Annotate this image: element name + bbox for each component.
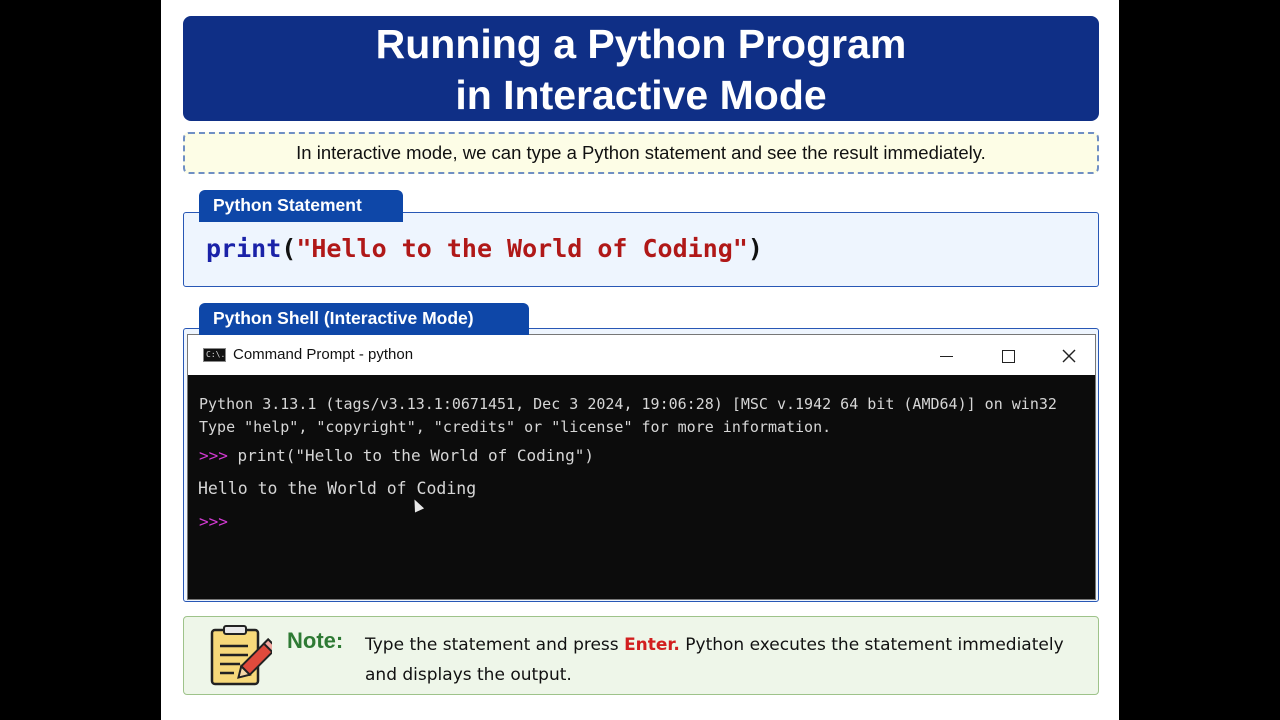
- slide: Running a Python Program in Interactive …: [161, 0, 1119, 720]
- notepad-pencil-icon: [210, 625, 272, 686]
- minimize-icon: [939, 355, 953, 357]
- window-title: Command Prompt - python: [233, 346, 414, 363]
- statement-code-box: print("Hello to the World of Coding"): [183, 212, 1099, 287]
- code-close-paren: ): [747, 234, 763, 263]
- code-keyword: print: [206, 234, 282, 263]
- console-command-line: >>> print("Hello to the World of Coding"…: [199, 446, 594, 465]
- python-banner-line-2: Type "help", "copyright", "credits" or "…: [199, 418, 832, 436]
- title-line-1: Running a Python Program: [375, 21, 907, 67]
- slide-title: Running a Python Program in Interactive …: [183, 16, 1099, 121]
- title-line-2: in Interactive Mode: [455, 72, 827, 118]
- code-string: "Hello to the World of Coding": [296, 234, 748, 263]
- maximize-button[interactable]: [985, 335, 1031, 375]
- close-icon: [1062, 349, 1076, 363]
- python-banner-line-1: Python 3.13.1 (tags/v3.13.1:0671451, Dec…: [199, 395, 1057, 413]
- console-prompt: >>>: [199, 512, 228, 531]
- console-output-area[interactable]: Python 3.13.1 (tags/v3.13.1:0671451, Dec…: [188, 375, 1095, 599]
- command-prompt-icon: C:\.: [203, 348, 226, 362]
- close-button[interactable]: [1046, 335, 1092, 375]
- console-prompt: >>>: [199, 446, 228, 465]
- maximize-icon: [1001, 349, 1015, 363]
- console-command: print("Hello to the World of Coding"): [237, 446, 594, 465]
- console-input-line[interactable]: >>>: [199, 512, 228, 531]
- window-titlebar[interactable]: C:\. Command Prompt - python: [188, 335, 1095, 375]
- python-statement-tab: Python Statement: [199, 190, 403, 222]
- note-enter-key: Enter.: [624, 635, 680, 655]
- minimize-button[interactable]: [923, 335, 969, 375]
- note-box: Note: Type the statement and press Enter…: [183, 616, 1099, 695]
- python-shell-tab: Python Shell (Interactive Mode): [199, 303, 529, 335]
- note-text-start: Type the statement and press: [365, 635, 625, 655]
- console-output: Hello to the World of Coding: [198, 479, 477, 498]
- command-prompt-window[interactable]: C:\. Command Prompt - python Python 3.13…: [187, 334, 1096, 600]
- intro-text: In interactive mode, we can type a Pytho…: [183, 132, 1099, 174]
- mouse-pointer-icon: [409, 497, 425, 513]
- code-open-paren: (: [281, 234, 297, 263]
- note-label: Note:: [287, 628, 344, 653]
- note-text: Type the statement and press Enter. Pyth…: [365, 630, 1085, 690]
